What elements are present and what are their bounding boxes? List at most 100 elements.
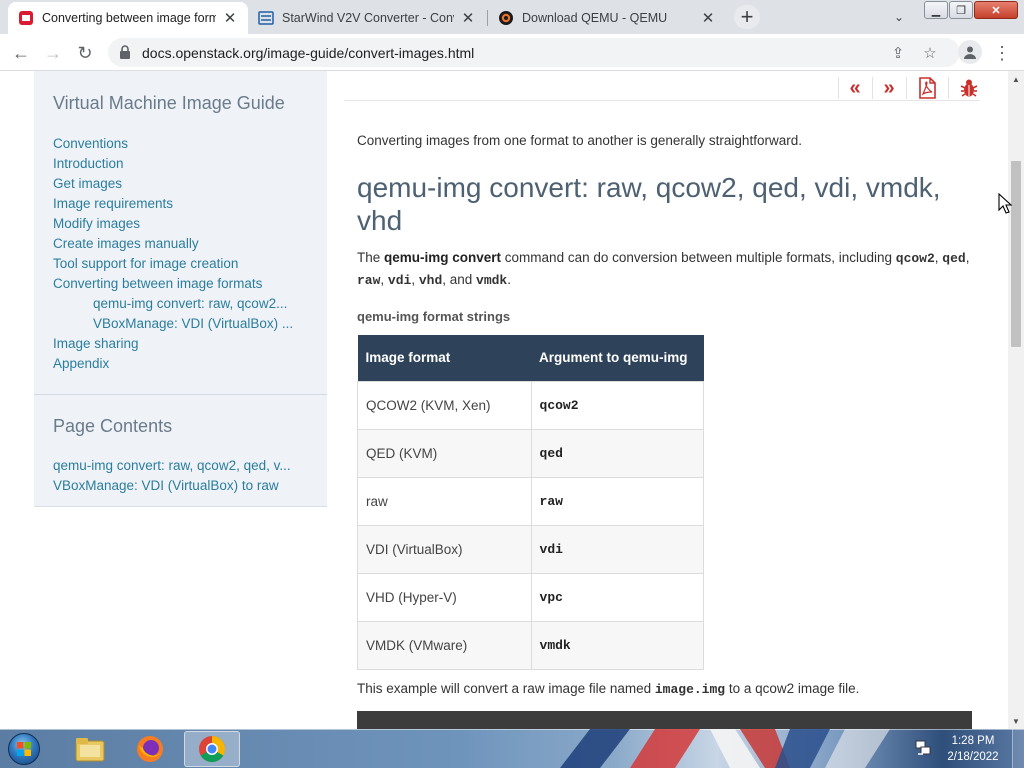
- sidebar-item-introduction[interactable]: Introduction: [53, 156, 124, 171]
- taskbar-chrome[interactable]: [184, 731, 240, 767]
- url-text[interactable]: docs.openstack.org/image-guide/convert-i…: [142, 45, 474, 61]
- sidebar-item-converting-formats[interactable]: Converting between image formats: [53, 276, 262, 291]
- reload-icon[interactable]: ↻: [72, 40, 98, 66]
- person-icon: [964, 46, 976, 59]
- tab-converting-images[interactable]: Converting between image form ✕: [8, 2, 248, 34]
- table-cell-argument: raw: [530, 476, 705, 526]
- forward-arrow-icon[interactable]: →: [40, 40, 66, 66]
- sidebar-item-get-images[interactable]: Get images: [53, 176, 122, 191]
- sidebar-item-image-requirements[interactable]: Image requirements: [53, 196, 173, 211]
- table-cell-format: QCOW2 (KVM, Xen): [357, 380, 532, 430]
- windows-taskbar: [0, 729, 1024, 768]
- table-cell-format: VMDK (VMware): [357, 620, 532, 670]
- page-contents-item-vboxmanage[interactable]: VBoxManage: VDI (VirtualBox) to raw: [53, 478, 279, 493]
- bookmark-star-icon[interactable]: ☆: [920, 43, 940, 63]
- page-viewport: Virtual Machine Image Guide Conventions …: [0, 71, 1008, 729]
- clock-time: 1:28 PM: [951, 735, 995, 747]
- clock-date: 2/18/2022: [947, 751, 999, 763]
- profile-avatar-icon[interactable]: [958, 40, 982, 64]
- table-cell-format: VDI (VirtualBox): [357, 524, 532, 574]
- lock-icon[interactable]: [118, 45, 132, 60]
- table-cell-argument: qed: [530, 428, 705, 478]
- table-cell-argument: vdi: [530, 524, 705, 574]
- intro-text: Converting images from one format to ano…: [357, 133, 802, 148]
- page-scrollbar[interactable]: ▲ ▼: [1008, 71, 1024, 729]
- table-row: VDI (VirtualBox) vdi: [357, 524, 705, 574]
- page-contents-title: Page Contents: [53, 416, 173, 436]
- tab-strip: Converting between image form ✕ StarWind…: [0, 0, 1024, 34]
- icon-separator: [948, 77, 949, 99]
- folder-icon: [75, 738, 105, 762]
- sidebar-item-tool-support[interactable]: Tool support for image creation: [53, 256, 238, 271]
- start-button[interactable]: [4, 731, 44, 767]
- show-desktop-button[interactable]: [1012, 729, 1024, 768]
- address-bar[interactable]: docs.openstack.org/image-guide/convert-i…: [108, 38, 960, 67]
- table-header-row: Image format Argument to qemu-img: [357, 335, 704, 381]
- scroll-up-arrow-icon[interactable]: ▲: [1008, 71, 1024, 87]
- openstack-icon: [19, 11, 33, 25]
- tab-search-icon[interactable]: ⌄: [888, 7, 910, 27]
- restore-button[interactable]: ❐: [949, 1, 973, 19]
- new-tab-button[interactable]: +: [734, 4, 760, 29]
- tab-starwind[interactable]: StarWind V2V Converter - Conve ✕: [248, 2, 486, 34]
- sidebar-item-modify-images[interactable]: Modify images: [53, 216, 140, 231]
- system-clock[interactable]: 1:28 PM 2/18/2022: [942, 733, 1004, 765]
- code-block: [357, 711, 972, 729]
- format-strings-table: Image format Argument to qemu-img QCOW2 …: [357, 335, 705, 670]
- next-page-icon[interactable]: »: [879, 77, 899, 99]
- table-row: VMDK (VMware) vmdk: [357, 620, 705, 670]
- taskbar-explorer[interactable]: [62, 731, 118, 767]
- scroll-thumb[interactable]: [1011, 161, 1021, 347]
- sidebar-subitem-vboxmanage[interactable]: VBoxManage: VDI (VirtualBox) ...: [93, 316, 293, 331]
- sidebar-item-create-images-manually[interactable]: Create images manually: [53, 236, 199, 251]
- minimize-button[interactable]: ▁: [924, 1, 948, 19]
- sidebar-item-image-sharing[interactable]: Image sharing: [53, 336, 139, 351]
- browser-toolbar: ← → ↻ docs.openstack.org/image-guide/con…: [0, 34, 1024, 71]
- section-heading: qemu-img convert: raw, qcow2, qed, vdi, …: [357, 172, 941, 236]
- sidebar-divider: [34, 394, 327, 395]
- scroll-down-arrow-icon[interactable]: ▼: [1008, 713, 1024, 729]
- close-tab-icon[interactable]: ✕: [222, 10, 238, 27]
- table-cell-format: QED (KVM): [357, 428, 532, 478]
- sidebar-item-conventions[interactable]: Conventions: [53, 136, 128, 151]
- table-cell-format: VHD (Hyper-V): [357, 572, 532, 622]
- close-tab-icon[interactable]: ✕: [460, 10, 476, 27]
- page-contents-item-qemu-img[interactable]: qemu-img convert: raw, qcow2, qed, v...: [53, 458, 291, 473]
- taskbar-firefox[interactable]: [122, 731, 178, 767]
- mouse-cursor-icon: [998, 193, 1013, 214]
- menu-kebab-icon[interactable]: ⋮: [992, 42, 1012, 64]
- icon-separator: [906, 77, 907, 99]
- tab-qemu[interactable]: Download QEMU - QEMU ✕: [488, 2, 726, 34]
- starwind-icon: [258, 11, 274, 25]
- table-row: QCOW2 (KVM, Xen) qcow2: [357, 380, 705, 430]
- sidebar-subitem-qemu-img[interactable]: qemu-img convert: raw, qcow2...: [93, 296, 287, 311]
- table-caption: qemu-img format strings: [357, 309, 511, 324]
- close-window-button[interactable]: ✕: [974, 1, 1018, 19]
- table-row: raw raw: [357, 476, 705, 526]
- doc-toolbar: « »: [344, 71, 980, 101]
- example-text: This example will convert a raw image fi…: [357, 681, 860, 697]
- back-arrow-icon[interactable]: ←: [8, 40, 34, 66]
- firefox-icon: [137, 736, 163, 762]
- table-cell-argument: vmdk: [530, 620, 705, 670]
- sidebar-item-appendix[interactable]: Appendix: [53, 356, 109, 371]
- wallpaper-decoration: [560, 729, 890, 768]
- icon-separator: [838, 77, 839, 99]
- network-icon[interactable]: [914, 739, 932, 757]
- sidebar-title: Virtual Machine Image Guide: [53, 93, 285, 113]
- sidebar: Virtual Machine Image Guide Conventions …: [34, 71, 327, 507]
- previous-page-icon[interactable]: «: [845, 77, 865, 99]
- chrome-icon: [199, 735, 226, 763]
- pdf-icon[interactable]: [917, 77, 937, 99]
- table-row: QED (KVM) qed: [357, 428, 705, 478]
- file-name: image.img: [654, 682, 726, 697]
- command-name: qemu-img convert: [384, 250, 502, 265]
- column-header: Argument to qemu-img: [531, 335, 704, 381]
- share-icon[interactable]: ⇪: [888, 43, 908, 63]
- window-controls: ▁ ❐ ✕: [924, 1, 1019, 19]
- close-tab-icon[interactable]: ✕: [700, 10, 716, 27]
- tab-title: Download QEMU - QEMU: [522, 11, 668, 25]
- table-cell-argument: qcow2: [530, 380, 705, 430]
- table-cell-argument: vpc: [530, 572, 705, 622]
- bug-report-icon[interactable]: [959, 77, 979, 99]
